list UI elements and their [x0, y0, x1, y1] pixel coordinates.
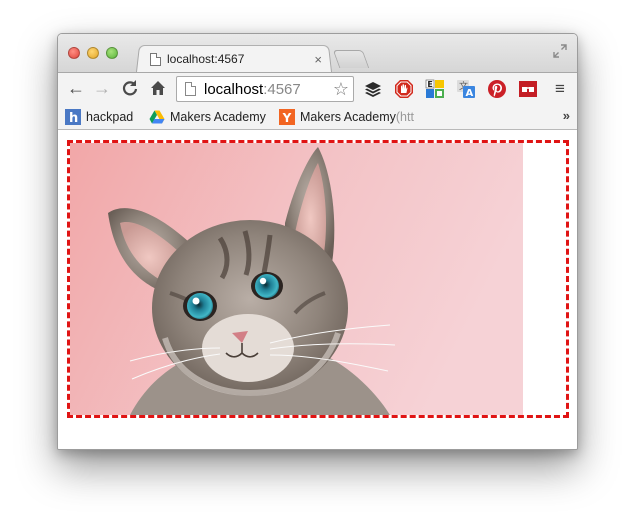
bookmark-makers-academy-drive[interactable]: Makers Academy — [149, 108, 266, 126]
y-combinator-icon: Y — [279, 109, 295, 125]
svg-text:E: E — [427, 80, 432, 89]
bookmark-label-truncated: (htt — [395, 110, 414, 124]
maximize-window-button[interactable] — [106, 47, 118, 59]
adblock-icon[interactable] — [394, 79, 414, 99]
url-port: :4567 — [263, 80, 301, 98]
bookmark-makers-academy-yc[interactable]: Y Makers Academy (htt — [279, 108, 415, 126]
readability-icon[interactable] — [518, 79, 538, 99]
back-button[interactable]: ← — [64, 77, 88, 99]
close-window-button[interactable] — [68, 47, 80, 59]
minimize-window-button[interactable] — [87, 47, 99, 59]
tab-close-icon[interactable]: × — [314, 52, 322, 67]
active-tab-content: localhost:4567 × — [144, 48, 330, 70]
menu-icon[interactable]: ≡ — [550, 79, 570, 99]
kitten-photo — [70, 143, 523, 415]
svg-text:h: h — [69, 111, 78, 125]
tab-title: localhost:4567 — [167, 52, 245, 66]
url-host: localhost — [204, 80, 264, 98]
translate-icon[interactable]: 文 A — [456, 79, 476, 99]
bookmark-hackpad[interactable]: h hackpad — [65, 108, 133, 126]
abbreviations-icon[interactable]: E — [425, 79, 445, 99]
browser-window: localhost:4567 × ← → localhost:4567 ☆ E… — [57, 33, 578, 450]
more-bookmarks-button[interactable]: » — [563, 108, 570, 123]
svg-text:A: A — [466, 88, 474, 99]
bookmark-label: Makers Academy — [300, 110, 396, 124]
forward-button[interactable]: → — [90, 77, 114, 99]
new-tab-button[interactable] — [332, 50, 370, 68]
hackpad-icon: h — [65, 109, 81, 126]
bookmark-label: Makers Academy — [170, 110, 266, 124]
address-bar[interactable]: localhost:4567 ☆ — [176, 76, 354, 102]
svg-text:Y: Y — [282, 111, 292, 125]
pinterest-icon[interactable] — [487, 79, 507, 99]
page-icon — [150, 52, 161, 66]
window-controls — [68, 47, 118, 59]
page-viewport — [58, 130, 577, 449]
toolbar: ← → localhost:4567 ☆ E A ≡ — [58, 72, 577, 104]
bookmark-label: hackpad — [86, 110, 134, 124]
bookmarks-bar: h hackpad Makers Academy Y Makers Academ… — [58, 104, 577, 130]
page-icon — [185, 82, 196, 96]
fullscreen-icon[interactable] — [553, 44, 567, 58]
bookmark-star-icon[interactable]: ☆ — [333, 79, 349, 100]
reload-button[interactable] — [118, 77, 142, 99]
buffer-icon[interactable] — [363, 79, 383, 99]
title-bar: localhost:4567 × — [58, 34, 577, 72]
google-drive-icon — [149, 109, 165, 125]
home-button[interactable] — [146, 77, 170, 99]
